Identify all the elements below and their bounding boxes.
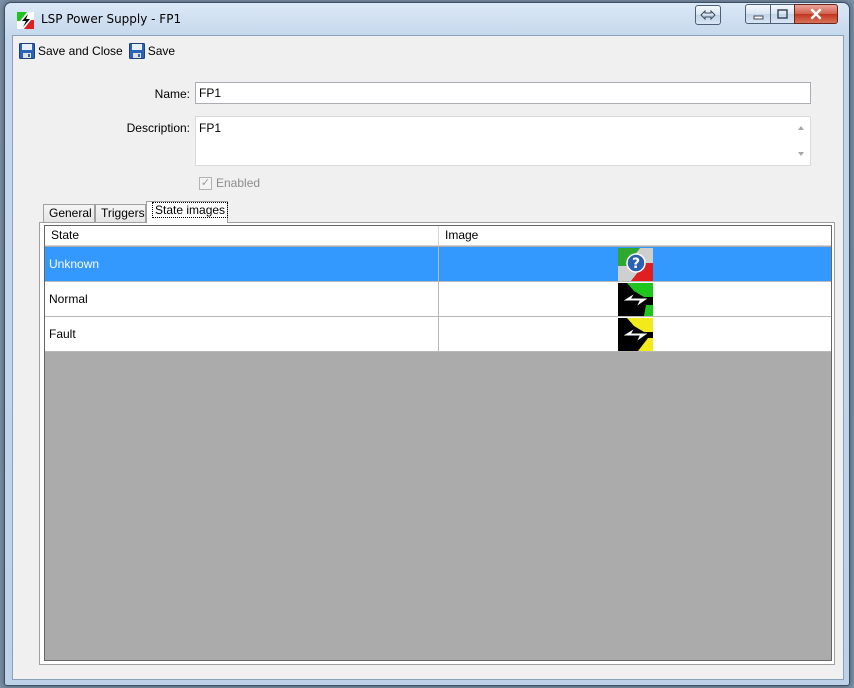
toolbar: Save and Close Save	[13, 36, 843, 66]
fault-state-icon	[617, 317, 653, 351]
description-label: Description:	[126, 121, 190, 135]
dialog-client-area: Save and Close Save Name: FP1 Descriptio…	[12, 35, 844, 680]
enabled-checkbox[interactable]: ✓ Enabled	[199, 176, 260, 190]
save-and-close-label: Save and Close	[38, 44, 123, 58]
svg-text:?: ?	[631, 256, 639, 272]
name-field[interactable]: FP1	[195, 82, 811, 104]
description-field[interactable]: FP1	[195, 116, 811, 166]
normal-state-icon	[617, 282, 653, 316]
tab-general[interactable]: General	[43, 204, 95, 223]
save-label: Save	[147, 44, 176, 58]
column-header-state[interactable]: State	[45, 226, 439, 245]
double-arrow-icon	[700, 9, 716, 21]
scroll-up-arrow-icon[interactable]	[798, 126, 804, 130]
close-icon	[810, 8, 822, 20]
column-header-image[interactable]: Image	[439, 226, 831, 245]
maximize-button[interactable]	[770, 4, 795, 24]
enabled-label: Enabled	[216, 176, 261, 190]
power-supply-app-icon	[17, 12, 34, 29]
image-cell[interactable]: ?	[439, 247, 831, 281]
save-button[interactable]: Save	[126, 40, 178, 62]
state-cell: Normal	[45, 282, 439, 316]
minimize-icon	[753, 15, 764, 20]
description-text: FP1	[199, 121, 222, 135]
floppy-disk-icon	[19, 43, 35, 59]
state-images-panel: State Image Unknown ? Normal Fault	[39, 222, 835, 665]
image-cell[interactable]	[439, 317, 831, 351]
floppy-disk-icon	[128, 43, 145, 59]
scroll-down-arrow-icon[interactable]	[798, 152, 804, 156]
table-row[interactable]: Unknown ?	[45, 247, 831, 282]
checkmark-icon: ✓	[199, 176, 212, 190]
maximize-icon	[777, 9, 788, 19]
name-label: Name:	[154, 87, 190, 101]
title-bar[interactable]: LSP Power Supply - FP1	[5, 3, 849, 35]
tab-triggers[interactable]: Triggers	[95, 204, 146, 223]
description-scrollbar[interactable]	[793, 117, 810, 165]
image-cell[interactable]	[439, 282, 831, 316]
tab-state-images[interactable]: State images	[146, 201, 229, 223]
state-cell: Fault	[45, 317, 439, 351]
window: LSP Power Supply - FP1 Save and Close Sa…	[4, 2, 850, 686]
unknown-state-icon: ?	[617, 247, 653, 281]
window-title: LSP Power Supply - FP1	[41, 12, 182, 26]
table-row[interactable]: Normal	[45, 282, 831, 317]
minimize-button[interactable]	[745, 4, 771, 24]
save-and-close-button[interactable]: Save and Close	[16, 40, 126, 62]
table-row[interactable]: Fault	[45, 317, 831, 352]
close-button[interactable]	[794, 4, 838, 24]
resize-toggle-button[interactable]	[695, 5, 721, 25]
state-images-grid: State Image Unknown ? Normal Fault	[44, 225, 832, 661]
state-cell: Unknown	[45, 247, 439, 281]
grid-header: State Image	[45, 226, 831, 246]
